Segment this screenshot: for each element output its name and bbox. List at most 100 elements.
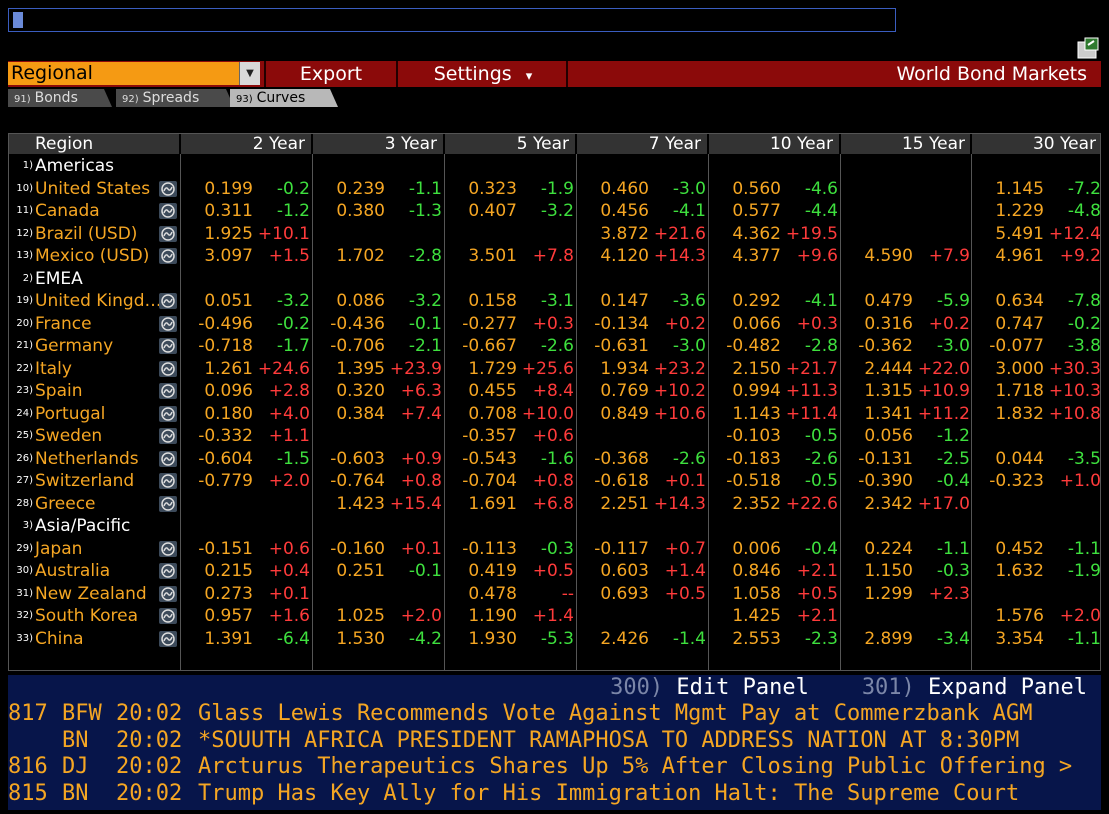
- table-row[interactable]: 22) Italy 1.261 +24.6 1.395 +23.9 1.729 +25.6 1.…: [9, 358, 1101, 380]
- table-row[interactable]: 10) United States 0.199 -0.2 0.239 -1.1 0.323 -…: [9, 178, 1101, 200]
- country-name[interactable]: South Korea: [35, 605, 138, 627]
- curve-chart-icon[interactable]: [159, 405, 177, 422]
- yield-value: 1.425: [732, 606, 781, 626]
- curve-chart-icon[interactable]: [159, 540, 177, 557]
- edit-panel-button[interactable]: 300) Edit Panel: [610, 675, 809, 700]
- table-row[interactable]: 28) Greece 1.423 +15.4 1.691 +6.8 2.251 +14.3 2.…: [9, 493, 1100, 515]
- chevron-down-icon[interactable]: ▼: [239, 62, 260, 85]
- export-button[interactable]: Export: [264, 61, 396, 87]
- table-row[interactable]: 23) Spain 0.096 +2.8 0.320 +6.3 0.455 +8.4 0.769…: [9, 380, 1101, 402]
- curve-chart-icon[interactable]: [159, 203, 177, 219]
- yield-value: 1.315: [864, 381, 913, 401]
- country-name[interactable]: Netherlands: [35, 448, 139, 470]
- row-number: 19): [16, 295, 33, 306]
- country-name[interactable]: China: [35, 628, 84, 650]
- curve-chart-icon[interactable]: [159, 293, 177, 309]
- tab-curves[interactable]: 93) Curves: [230, 89, 338, 107]
- command-line[interactable]: [8, 8, 896, 32]
- country-name[interactable]: Italy: [35, 358, 72, 380]
- tab-bonds[interactable]: 91) Bonds: [8, 89, 112, 107]
- table-row[interactable]: 29) Japan -0.151 +0.6 -0.160 +0.1 -0.113 -0.3 -0…: [9, 538, 1101, 560]
- curve-chart-icon[interactable]: [159, 473, 177, 489]
- curve-chart-icon[interactable]: [159, 360, 177, 377]
- yield-value: 0.634: [995, 291, 1044, 311]
- yield-change: +1.4: [664, 561, 706, 581]
- table-row[interactable]: 11) Canada 0.311 -1.2 0.380 -1.3 0.407 -3.2 0.45…: [9, 200, 1101, 222]
- yield-value: 2.150: [732, 358, 781, 379]
- curve-chart-icon[interactable]: [159, 338, 177, 354]
- curve-chart-icon[interactable]: [159, 630, 177, 647]
- country-name[interactable]: Australia: [35, 560, 110, 582]
- table-row[interactable]: 27) Switzerland -0.779 +2.0 -0.764 +0.8 -0.704…: [9, 470, 1101, 492]
- expand-panel-button[interactable]: 301) Expand Panel: [862, 675, 1087, 700]
- country-name[interactable]: United States: [35, 178, 150, 200]
- yield-change: +4.0: [268, 403, 310, 424]
- yield-change: -0.1: [408, 313, 442, 334]
- header-3-year[interactable]: 3 Year: [312, 134, 437, 154]
- curve-chart-icon[interactable]: [159, 495, 177, 512]
- yield-value: -0.277: [462, 313, 517, 334]
- country-name[interactable]: France: [35, 313, 92, 335]
- news-source: BN: [62, 780, 89, 806]
- country-name[interactable]: Germany: [35, 335, 113, 357]
- yield-value: [971, 493, 1044, 515]
- yield-change: -3.1: [540, 291, 574, 311]
- header-10-year[interactable]: 10 Year: [708, 134, 833, 154]
- toolbar: Regional ▼ Export Settings ▾ World Bond …: [8, 61, 1101, 87]
- table-row[interactable]: 31) New Zealand 0.273 +0.1 0.478 -- 0.693 +0.5 1…: [9, 583, 1100, 605]
- country-name[interactable]: United Kingd…: [35, 290, 162, 312]
- yield-value: -0.518: [726, 471, 781, 491]
- window-launch-icon[interactable]: [1076, 36, 1100, 60]
- table-row[interactable]: 24) Portugal 0.180 +4.0 0.384 +7.4 0.708 +10.0 0…: [9, 403, 1101, 425]
- country-name[interactable]: Canada: [35, 200, 100, 222]
- yield-value: 0.846: [732, 561, 781, 581]
- header-30-year[interactable]: 30 Year: [971, 134, 1096, 154]
- country-name[interactable]: Mexico (USD): [35, 245, 149, 267]
- table-row[interactable]: 26) Netherlands -0.604 -1.5 -0.603 +0.9 -0.543…: [9, 448, 1101, 470]
- table-row[interactable]: 12) Brazil (USD) 1.925 +10.1 3.872 +21.6 4.362…: [9, 223, 1101, 245]
- country-name[interactable]: Portugal: [35, 403, 105, 425]
- curve-chart-icon[interactable]: [159, 248, 177, 264]
- curve-chart-icon[interactable]: [159, 315, 177, 332]
- curve-chart-icon[interactable]: [159, 608, 177, 624]
- curve-chart-icon[interactable]: [159, 585, 177, 602]
- row-number: 33): [16, 632, 33, 644]
- table-row[interactable]: 33) China 1.391 -6.4 1.530 -4.2 1.930 -5.3 2.426…: [9, 628, 1101, 650]
- country-name[interactable]: Sweden: [35, 425, 102, 447]
- curve-chart-icon[interactable]: [159, 428, 177, 444]
- yield-change: +0.1: [400, 538, 442, 559]
- table-row[interactable]: 21) Germany -0.718 -1.7 -0.706 -2.1 -0.667 -2.6…: [9, 335, 1101, 357]
- tab-spreads[interactable]: 92) Spreads: [116, 89, 234, 107]
- region-dropdown[interactable]: Regional ▼: [8, 62, 260, 85]
- settings-button[interactable]: Settings ▾: [396, 61, 568, 87]
- country-name[interactable]: Brazil (USD): [35, 223, 137, 245]
- country-name[interactable]: New Zealand: [35, 583, 147, 605]
- table-row[interactable]: 32) South Korea 0.957 +1.6 1.025 +2.0 1.190 +1.…: [9, 605, 1101, 627]
- table-row[interactable]: 13) Mexico (USD) 3.097 +1.5 1.702 -2.8 3.501 +7…: [9, 245, 1101, 267]
- header-5-year[interactable]: 5 Year: [444, 134, 569, 154]
- table-row[interactable]: 20) France -0.496 -0.2 -0.436 -0.1 -0.277 +0.3-…: [9, 313, 1101, 335]
- curve-chart-icon[interactable]: [159, 225, 177, 242]
- curve-chart-icon[interactable]: [159, 563, 177, 579]
- country-name[interactable]: Greece: [35, 493, 96, 515]
- yield-value: [312, 583, 385, 605]
- country-name[interactable]: Spain: [35, 380, 83, 402]
- table-row[interactable]: 25) Sweden -0.332 +1.1 -0.357 +0.6 -0.103 -0.5 0…: [9, 425, 1100, 447]
- yield-value: 1.832: [995, 403, 1044, 424]
- yield-value: -0.357: [462, 426, 517, 446]
- yield-value: 0.380: [336, 201, 385, 221]
- table-row[interactable]: 30) Australia 0.215 +0.4 0.251 -0.1 0.419 +0.5 0…: [9, 560, 1101, 582]
- yield-change: +11.3: [785, 381, 838, 401]
- curve-chart-icon[interactable]: [159, 383, 177, 399]
- yield-change: +0.2: [928, 313, 970, 334]
- yield-value: 1.391: [204, 628, 253, 649]
- curve-chart-icon[interactable]: [159, 180, 177, 197]
- curve-chart-icon[interactable]: [159, 450, 177, 467]
- yield-change: -7.8: [1067, 291, 1101, 311]
- table-row[interactable]: 19) United Kingd… 0.051 -3.2 0.086 -3.2 0.158 -…: [9, 290, 1101, 312]
- header-7-year[interactable]: 7 Year: [576, 134, 701, 154]
- header-15-year[interactable]: 15 Year: [840, 134, 965, 154]
- header-2-year[interactable]: 2 Year: [180, 134, 305, 154]
- country-name[interactable]: Japan: [35, 538, 82, 560]
- country-name[interactable]: Switzerland: [35, 470, 134, 492]
